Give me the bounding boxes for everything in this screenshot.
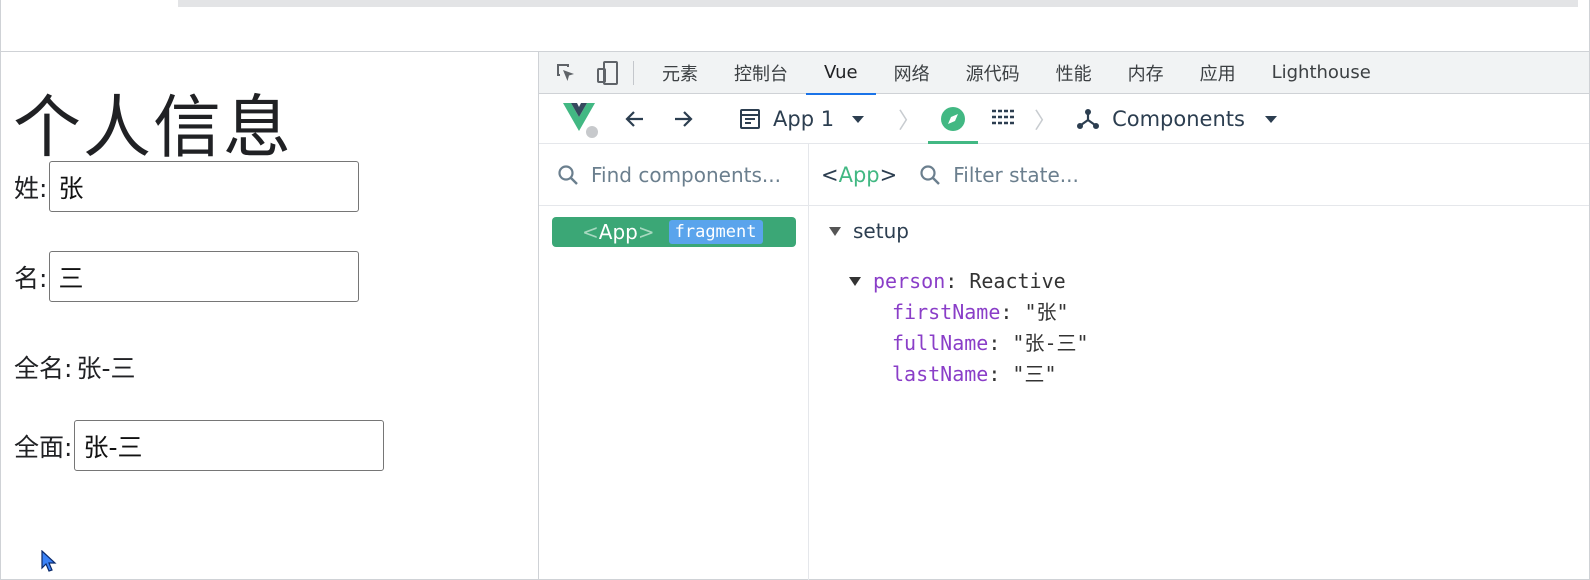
- forward-arrow-icon[interactable]: [671, 94, 695, 144]
- filter-state-input[interactable]: Filter state...: [953, 163, 1079, 187]
- given-name-label: 名:: [14, 263, 48, 293]
- component-tree-pane: Find components... < App > fragment: [539, 144, 809, 580]
- tab-strip: [178, 0, 1578, 7]
- given-name-row: 名:: [14, 251, 360, 302]
- tab-network[interactable]: 网络: [876, 52, 948, 94]
- view-selector[interactable]: Components: [1076, 94, 1279, 144]
- tab-console[interactable]: 控制台: [716, 52, 806, 94]
- tab-performance[interactable]: 性能: [1038, 52, 1110, 94]
- state-row-fullname[interactable]: fullName: "张-三": [849, 328, 1089, 359]
- selected-component-tag: <App>: [821, 162, 898, 187]
- full-input-label: 全面:: [14, 432, 73, 462]
- tree-node-app[interactable]: < App > fragment: [552, 217, 796, 247]
- surname-label: 姓:: [14, 173, 48, 203]
- full-input-row: 全面:: [14, 420, 385, 471]
- search-icon: [558, 164, 578, 185]
- vue-logo-icon: [561, 94, 601, 144]
- expand-triangle-icon: [849, 277, 861, 286]
- tab-application[interactable]: 应用: [1182, 52, 1254, 94]
- chevron-down-icon: [1264, 115, 1277, 123]
- app-selector[interactable]: App 1: [739, 94, 866, 144]
- full-input[interactable]: [74, 420, 385, 471]
- fullname-value: 张-三: [76, 354, 136, 383]
- search-icon: [920, 164, 941, 185]
- devtools-panel: 元素 控制台 Vue 网络 源代码 性能 内存 应用 Lighthouse Ap…: [538, 52, 1590, 580]
- back-arrow-icon[interactable]: [623, 94, 647, 144]
- chevron-down-icon: [852, 115, 865, 123]
- tab-sources[interactable]: 源代码: [948, 52, 1038, 94]
- setup-section-toggle[interactable]: setup: [829, 219, 909, 243]
- compass-icon: [941, 106, 966, 131]
- tree-node-name: App: [598, 220, 638, 244]
- tab-memory[interactable]: 内存: [1110, 52, 1182, 94]
- vue-devtools-toolbar: App 1 〉 〉 Components: [539, 94, 1589, 144]
- devtools-tab-bar: 元素 控制台 Vue 网络 源代码 性能 内存 应用 Lighthouse: [539, 52, 1589, 95]
- timeline-icon[interactable]: [990, 94, 1016, 144]
- browser-top-strip: [0, 0, 1590, 52]
- app-window-icon: [740, 108, 760, 129]
- separator-chevron-icon-2: 〉: [1034, 108, 1057, 134]
- state-inspector-pane: <App> Filter state... setup person: Reac…: [809, 144, 1589, 580]
- page-title: 个人信息: [13, 89, 294, 168]
- state-row-person[interactable]: person: Reactive: [849, 266, 1089, 297]
- tab-vue[interactable]: Vue: [806, 52, 876, 95]
- fragment-badge: fragment: [668, 220, 763, 244]
- fullname-row: 全名: 张-三: [14, 349, 135, 385]
- mouse-pointer-icon: [41, 550, 57, 572]
- components-icon: [1077, 108, 1100, 129]
- inspect-element-icon[interactable]: [545, 52, 587, 94]
- inspector-compass-button[interactable]: [928, 94, 979, 144]
- surname-input[interactable]: [49, 161, 360, 212]
- app-selector-label: App 1: [773, 106, 835, 131]
- state-row-lastname[interactable]: lastName: "三": [849, 359, 1089, 390]
- device-toolbar-icon[interactable]: [587, 52, 629, 94]
- given-name-input[interactable]: [49, 251, 360, 302]
- app-page: 个人信息 姓: 名: 全名: 张-三 全面:: [0, 52, 538, 580]
- find-components-placeholder: Find components...: [591, 162, 781, 187]
- find-components-search[interactable]: Find components...: [539, 144, 808, 206]
- fullname-label: 全名:: [14, 354, 73, 383]
- view-selector-label: Components: [1112, 106, 1245, 131]
- tab-lighthouse[interactable]: Lighthouse: [1254, 52, 1389, 94]
- expand-triangle-icon: [829, 226, 841, 236]
- active-tab-edge: [0, 0, 178, 7]
- state-row-firstname[interactable]: firstName: "张": [849, 297, 1089, 328]
- tab-elements[interactable]: 元素: [644, 52, 716, 94]
- state-header: <App> Filter state...: [809, 144, 1589, 206]
- state-tree: person: Reactive firstName: "张" fullName…: [849, 266, 1089, 390]
- surname-row: 姓:: [14, 161, 360, 212]
- separator-chevron-icon: 〉: [898, 108, 921, 134]
- setup-label: setup: [853, 219, 909, 243]
